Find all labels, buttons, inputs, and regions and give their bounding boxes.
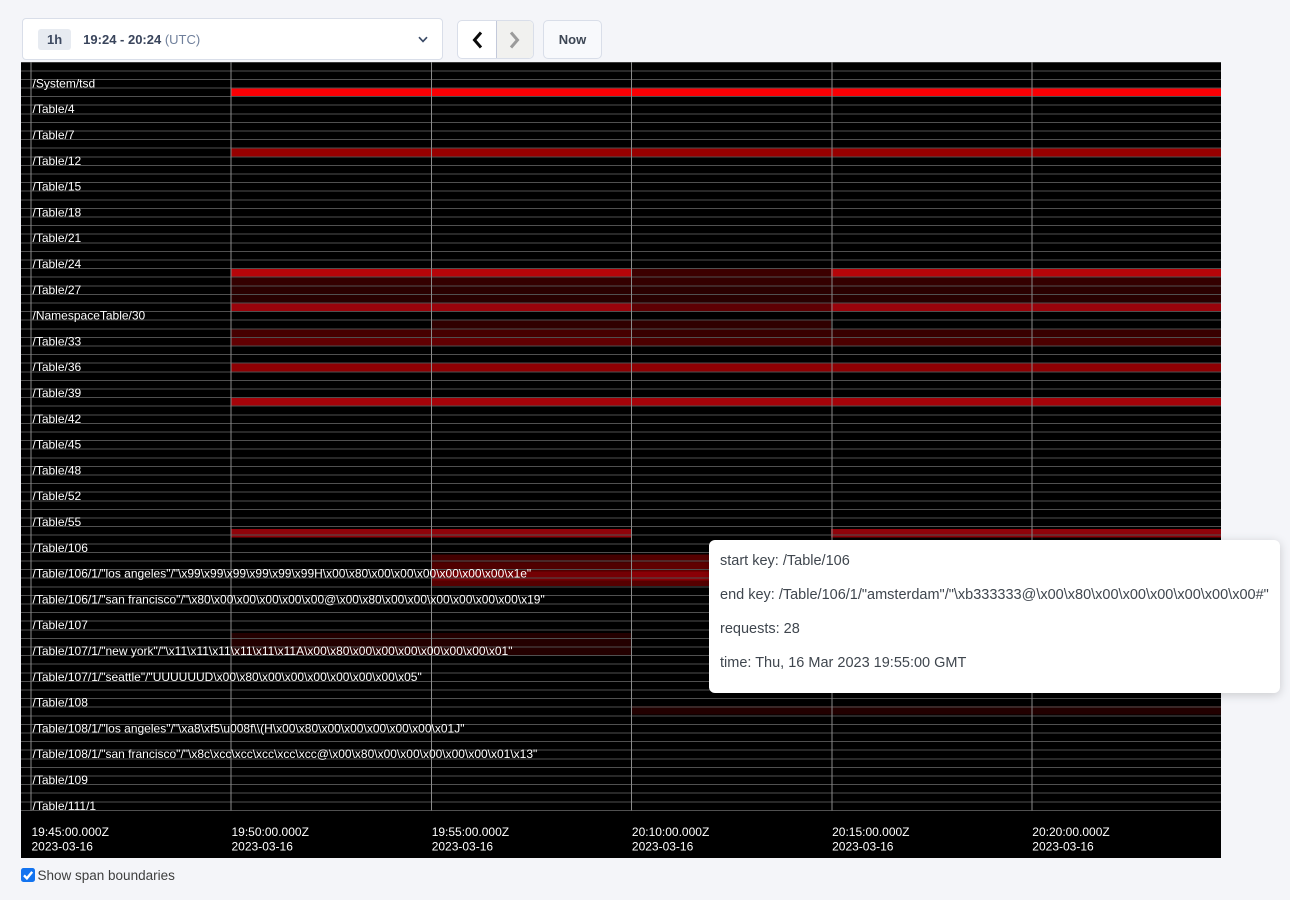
svg-text:2023-03-16: 2023-03-16 bbox=[32, 840, 94, 854]
svg-text:/Table/27: /Table/27 bbox=[33, 283, 82, 297]
svg-text:/Table/7: /Table/7 bbox=[33, 128, 75, 142]
svg-text:/Table/52: /Table/52 bbox=[33, 489, 82, 503]
svg-text:19:50:00.000Z: 19:50:00.000Z bbox=[232, 825, 309, 839]
svg-text:/Table/106/1/"san francisco"/": /Table/106/1/"san francisco"/"\x80\x00\x… bbox=[33, 592, 545, 606]
svg-text:/Table/108: /Table/108 bbox=[33, 696, 89, 710]
svg-text:/Table/18: /Table/18 bbox=[33, 205, 82, 219]
svg-text:/Table/39: /Table/39 bbox=[33, 386, 82, 400]
svg-text:19:45:00.000Z: 19:45:00.000Z bbox=[32, 825, 109, 839]
svg-text:/Table/107: /Table/107 bbox=[33, 618, 89, 632]
svg-text:/Table/108/1/"los angeles"/"\x: /Table/108/1/"los angeles"/"\xa8\xf5\u00… bbox=[33, 721, 465, 735]
svg-text:/Table/108/1/"san francisco"/": /Table/108/1/"san francisco"/"\x8c\xcc\x… bbox=[33, 747, 538, 761]
svg-text:2023-03-16: 2023-03-16 bbox=[832, 840, 894, 854]
svg-text:/Table/24: /Table/24 bbox=[33, 257, 82, 271]
svg-text:/Table/12: /Table/12 bbox=[33, 154, 82, 168]
svg-text:2023-03-16: 2023-03-16 bbox=[232, 840, 294, 854]
svg-text:/Table/42: /Table/42 bbox=[33, 412, 82, 426]
svg-text:2023-03-16: 2023-03-16 bbox=[632, 840, 694, 854]
svg-text:/System/tsd: /System/tsd bbox=[33, 76, 96, 90]
svg-text:/Table/106/1/"los angeles"/"\x: /Table/106/1/"los angeles"/"\x99\x99\x99… bbox=[33, 567, 532, 581]
svg-text:/Table/4: /Table/4 bbox=[33, 102, 75, 116]
svg-text:/Table/107/1/"seattle"/"UUUUUU: /Table/107/1/"seattle"/"UUUUUUD\x00\x80\… bbox=[33, 670, 422, 684]
svg-text:2023-03-16: 2023-03-16 bbox=[1032, 840, 1094, 854]
svg-text:/Table/21: /Table/21 bbox=[33, 231, 82, 245]
svg-text:/Table/45: /Table/45 bbox=[33, 438, 82, 452]
svg-text:/Table/111/1: /Table/111/1 bbox=[33, 799, 97, 813]
svg-text:19:55:00.000Z: 19:55:00.000Z bbox=[432, 825, 509, 839]
svg-text:/Table/48: /Table/48 bbox=[33, 463, 82, 477]
svg-text:/Table/36: /Table/36 bbox=[33, 360, 82, 374]
svg-text:/Table/106: /Table/106 bbox=[33, 541, 89, 555]
svg-text:/Table/33: /Table/33 bbox=[33, 334, 82, 348]
svg-text:20:20:00.000Z: 20:20:00.000Z bbox=[1032, 825, 1109, 839]
svg-text:/NamespaceTable/30: /NamespaceTable/30 bbox=[33, 309, 146, 323]
svg-text:/Table/109: /Table/109 bbox=[33, 773, 89, 787]
svg-text:/Table/55: /Table/55 bbox=[33, 515, 82, 529]
svg-text:/Table/107/1/"new york"/"\x11\: /Table/107/1/"new york"/"\x11\x11\x11\x1… bbox=[33, 644, 513, 658]
svg-text:20:10:00.000Z: 20:10:00.000Z bbox=[632, 825, 709, 839]
svg-text:2023-03-16: 2023-03-16 bbox=[432, 840, 494, 854]
svg-text:20:15:00.000Z: 20:15:00.000Z bbox=[832, 825, 909, 839]
svg-text:/Table/15: /Table/15 bbox=[33, 180, 82, 194]
